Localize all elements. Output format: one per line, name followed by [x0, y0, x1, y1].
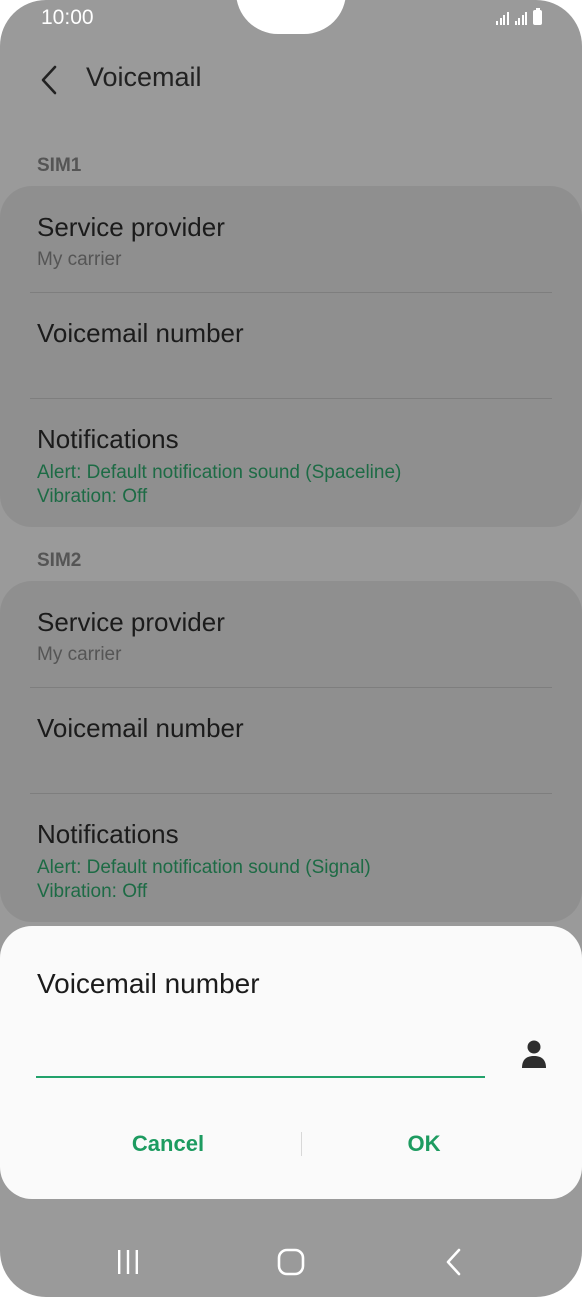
person-icon[interactable] [516, 1036, 552, 1072]
divider [30, 292, 552, 293]
nav-back-icon[interactable] [424, 1242, 484, 1282]
dialog-title: Voicemail number [37, 968, 260, 999]
sim2-voicemail-number-item[interactable]: Voicemail number [37, 713, 552, 744]
section-label-sim1: SIM1 [37, 155, 82, 176]
chevron-left-icon[interactable] [32, 60, 66, 100]
signal-icon [514, 9, 527, 25]
button-divider [301, 1132, 302, 1156]
item-title: Service provider [37, 212, 225, 242]
navigation-bar [0, 1228, 582, 1292]
cancel-button[interactable]: Cancel [60, 1126, 276, 1162]
item-title: Voicemail number [37, 713, 244, 743]
vibration-text: Vibration: Off [37, 881, 148, 902]
sim1-notifications-item[interactable]: Notifications Alert: Default notificatio… [37, 424, 552, 509]
item-title: Voicemail number [37, 318, 244, 348]
voicemail-number-input[interactable] [36, 1034, 485, 1078]
item-title: Notifications [37, 819, 179, 849]
alert-text: Alert: Default notification sound (Space… [37, 462, 402, 483]
divider [30, 793, 552, 794]
item-value: My carrier [37, 644, 122, 665]
status-time: 10:00 [41, 6, 94, 29]
dialog-buttons: Cancel OK [0, 1126, 582, 1162]
alert-text: Alert: Default notification sound (Signa… [37, 857, 371, 878]
status-icons [496, 8, 542, 25]
device-frame: 10:00 Voicemail SIM1 Service provider My… [0, 0, 582, 1297]
sim2-card: Service provider My carrier Voicemail nu… [0, 581, 582, 922]
home-icon[interactable] [261, 1242, 321, 1282]
page-title: Voicemail [86, 62, 202, 92]
recents-icon[interactable] [98, 1242, 158, 1282]
divider [30, 687, 552, 688]
ok-button[interactable]: OK [316, 1126, 532, 1162]
vibration-text: Vibration: Off [37, 486, 148, 507]
sim1-voicemail-number-item[interactable]: Voicemail number [37, 318, 552, 349]
sim2-service-provider-item[interactable]: Service provider My carrier [37, 607, 552, 666]
item-alert: Alert: Default notification sound (Signa… [37, 856, 552, 904]
sim2-notifications-item[interactable]: Notifications Alert: Default notificatio… [37, 819, 552, 904]
divider [30, 398, 552, 399]
item-value: My carrier [37, 249, 122, 270]
signal-icon [496, 9, 509, 25]
item-title: Service provider [37, 607, 225, 637]
item-title: Notifications [37, 424, 179, 454]
battery-icon [533, 8, 542, 25]
sim1-card: Service provider My carrier Voicemail nu… [0, 186, 582, 527]
voicemail-number-dialog: Voicemail number Cancel OK [0, 926, 582, 1199]
camera-notch [236, 0, 346, 34]
section-label-sim2: SIM2 [37, 550, 82, 571]
app-header: Voicemail [0, 58, 582, 102]
item-alert: Alert: Default notification sound (Space… [37, 461, 552, 509]
sim1-service-provider-item[interactable]: Service provider My carrier [37, 212, 552, 271]
